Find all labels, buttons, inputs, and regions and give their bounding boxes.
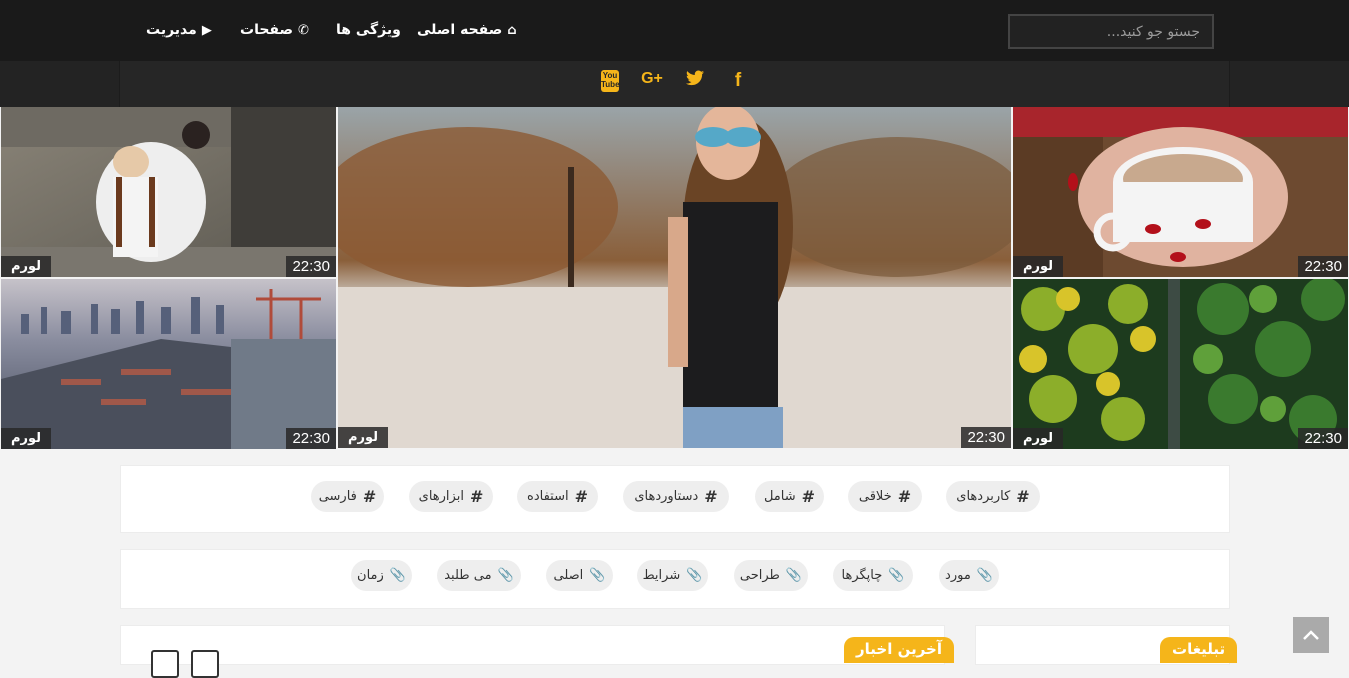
coffee-cup-photo	[1013, 107, 1348, 277]
time-badge: 22:30	[286, 256, 336, 277]
phone-icon: ✆	[298, 22, 309, 38]
gallery-tile-girl-beach[interactable]: 22:30 لورم	[338, 107, 1011, 448]
hashtag-chip[interactable]: # کاربردهای	[946, 481, 1040, 512]
hashtag-label: فارسی	[318, 489, 357, 504]
hashtag-chip[interactable]: # خلاقی	[848, 481, 922, 512]
category-badge[interactable]: لورم	[1, 428, 52, 449]
hash-icon: #	[704, 487, 718, 506]
top-navbar: ⌂ صفحه اصلی ویژگی ها ✆ صفحات ▶ مدیریت	[0, 0, 1349, 61]
paperclip-icon: 📎	[785, 568, 803, 583]
paperclip-icon: 📎	[686, 568, 703, 583]
keyword-label: اصلی	[553, 568, 584, 583]
back-to-top-button[interactable]	[1293, 617, 1329, 653]
google-plus-icon[interactable]: G+	[638, 70, 666, 92]
play-circle-icon: ▶	[201, 22, 212, 38]
keyword-box: 📎 مورد 📎 چاپگرها 📎 طراحی 📎 شرایط 📎 اصلی 📎 می ط…	[120, 549, 1230, 609]
hashtag-label: خلاقی	[858, 489, 892, 504]
category-badge[interactable]: لورم	[1013, 428, 1064, 449]
wedding-photo	[1, 107, 336, 277]
keyword-label: می طلبد	[444, 568, 492, 583]
nav-admin-label: مدیریت	[146, 22, 197, 38]
nav-pages[interactable]: ✆ صفحات	[240, 19, 309, 41]
prev-button[interactable]	[151, 650, 179, 678]
next-button[interactable]	[191, 650, 219, 678]
search-input[interactable]	[1008, 14, 1214, 49]
chevron-up-icon	[1303, 630, 1319, 640]
time-badge: 22:30	[961, 427, 1011, 448]
hash-icon: #	[897, 487, 912, 506]
time-badge: 22:30	[1298, 428, 1348, 449]
port-city-photo	[1, 279, 336, 449]
hash-icon: #	[574, 487, 588, 506]
youtube-icon[interactable]: You Tube	[601, 70, 620, 92]
keyword-chip[interactable]: 📎 مورد	[939, 560, 999, 591]
paperclip-icon: 📎	[497, 568, 514, 583]
forest-aerial-photo	[1013, 279, 1348, 449]
category-badge[interactable]: لورم	[338, 427, 389, 448]
hashtag-label: ابزارهای	[418, 489, 464, 504]
keyword-label: چاپگرها	[841, 568, 883, 583]
keyword-label: طراحی	[739, 568, 780, 583]
hashtag-chip[interactable]: # فارسی	[311, 481, 384, 512]
time-badge: 22:30	[1298, 256, 1348, 277]
keyword-chip[interactable]: 📎 اصلی	[546, 560, 613, 591]
nav-features-label: ویژگی ها	[336, 22, 401, 38]
paperclip-icon: 📎	[888, 568, 905, 583]
nav-home[interactable]: ⌂ صفحه اصلی	[417, 19, 517, 41]
home-icon: ⌂	[507, 22, 517, 38]
hash-icon: #	[1016, 487, 1030, 506]
hashtag-chip[interactable]: # دستاوردهای	[623, 481, 729, 512]
ads-panel: تبلیغات	[975, 625, 1238, 665]
hashtag-chip[interactable]: # ابزارهای	[409, 481, 493, 512]
category-badge[interactable]: لورم	[1013, 256, 1064, 277]
hash-icon: #	[362, 487, 377, 506]
hashtag-chip[interactable]: # شامل	[755, 481, 824, 512]
latest-news-title: آخرین اخبار	[844, 637, 954, 663]
hashtag-label: کاربردهای	[956, 489, 1011, 504]
gallery-tile-forest-aerial[interactable]: 22:30 لورم	[1013, 279, 1348, 449]
twitter-icon[interactable]	[685, 70, 705, 92]
keyword-label: مورد	[945, 568, 971, 583]
nav-admin[interactable]: ▶ مدیریت	[146, 19, 212, 41]
gallery-tile-wedding[interactable]: 22:30 لورم	[1, 107, 336, 277]
hashtag-box: # کاربردهای # خلاقی # شامل # دستاوردهای # است…	[120, 465, 1230, 533]
keyword-chip[interactable]: 📎 چاپگرها	[833, 560, 913, 591]
paperclip-icon: 📎	[589, 568, 606, 583]
nav-features[interactable]: ویژگی ها	[336, 19, 401, 41]
keyword-chip[interactable]: 📎 شرایط	[637, 560, 708, 591]
girl-beach-photo	[338, 107, 1011, 448]
hashtag-chip[interactable]: # استفاده	[517, 481, 598, 512]
hash-icon: #	[469, 487, 484, 506]
hashtag-label: استفاده	[527, 489, 569, 504]
hashtag-label: دستاوردهای	[634, 489, 699, 504]
facebook-icon[interactable]: f	[731, 70, 745, 92]
ads-title: تبلیغات	[1160, 637, 1238, 663]
nav-pages-label: صفحات	[240, 22, 294, 38]
latest-news-panel: آخرین اخبار	[120, 625, 954, 678]
time-badge: 22:30	[286, 428, 336, 449]
keyword-chip[interactable]: 📎 می طلبد	[437, 560, 521, 591]
gallery-tile-port-city[interactable]: 22:30 لورم	[1, 279, 336, 449]
category-badge[interactable]: لورم	[1, 256, 52, 277]
paperclip-icon: 📎	[976, 568, 993, 583]
hash-icon: #	[801, 487, 816, 506]
keyword-label: زمان	[357, 568, 384, 583]
paperclip-icon: 📎	[389, 568, 406, 583]
social-bar-inner: You Tube G+ f	[119, 61, 1230, 107]
social-bar: You Tube G+ f	[0, 61, 1349, 107]
nav-home-label: صفحه اصلی	[417, 22, 503, 38]
keyword-label: شرایط	[642, 568, 681, 583]
hashtag-label: شامل	[763, 489, 796, 504]
keyword-chip[interactable]: 📎 طراحی	[734, 560, 808, 591]
gallery-tile-coffee-cup[interactable]: 22:30 لورم	[1013, 107, 1348, 277]
keyword-chip[interactable]: 📎 زمان	[351, 560, 412, 591]
